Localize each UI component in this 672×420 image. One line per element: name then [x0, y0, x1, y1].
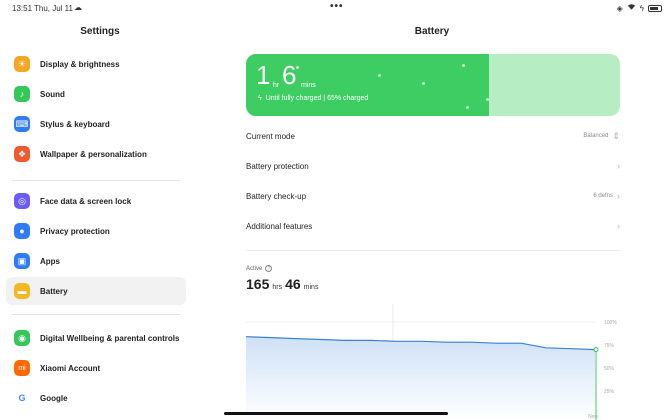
sidebar-item-xiaomi-account[interactable]: mi Xiaomi Account [6, 354, 186, 382]
sidebar-item-label: Wallpaper & personalization [40, 149, 147, 159]
sparkle [422, 82, 425, 85]
more-dots-icon[interactable]: ••• [330, 1, 344, 12]
sidebar-item-privacy-protection[interactable]: ● Privacy protection [6, 217, 186, 245]
chevron-right-icon: › [617, 191, 620, 201]
section-divider [246, 250, 620, 251]
row-label: Battery protection [246, 161, 309, 171]
sidebar-divider [12, 180, 180, 181]
sparkle [378, 74, 381, 77]
charge-subtitle-text: Until fully charged | 65% charged [265, 95, 369, 102]
vibrate-icon: ◈ [616, 3, 623, 13]
mi-icon: mi [14, 360, 30, 376]
battery-icon [648, 4, 662, 12]
sidebar-item-google[interactable]: G Google [6, 384, 186, 412]
active-hours: 165 [246, 276, 270, 292]
current-level-dot [593, 347, 599, 353]
status-icons: ◈ ϟ [617, 3, 662, 13]
bolt-icon: ϟ [258, 95, 262, 102]
battery-pane: Battery 1 hr 6 mins ϟ Until fully charge… [222, 16, 672, 420]
charge-hours: 1 [256, 60, 271, 90]
row-label: Battery check-up [246, 191, 307, 201]
page-title: Battery [414, 26, 450, 37]
charge-mins: 6 [282, 60, 297, 90]
charge-mins-unit: mins [301, 82, 316, 89]
fingerprint-icon: ◎ [14, 193, 30, 209]
sidebar-item-label: Apps [40, 256, 60, 266]
y-tick-label: 25% [604, 389, 615, 395]
sidebar-item-label: Digital Wellbeing & parental controls [40, 333, 180, 343]
status-time: 13:51 [12, 4, 33, 13]
info-icon[interactable]: ? [265, 265, 273, 272]
charge-card[interactable]: 1 hr 6 mins ϟ Until fully charged | 65% … [246, 54, 620, 116]
sidebar-divider [12, 314, 180, 315]
wellbeing-icon: ◉ [14, 330, 30, 346]
row-value: › [617, 221, 620, 231]
current-mode-row[interactable]: Current mode Balanced ⇕ [246, 126, 620, 146]
row-value: Balanced ⇕ [583, 131, 620, 142]
y-tick-label: 50% [604, 366, 615, 372]
sidebar-item-stylus-keyboard[interactable]: ⌨ Stylus & keyboard [6, 110, 186, 138]
additional-features-row[interactable]: Additional features › [246, 216, 620, 236]
cloud-icon: ☁ [74, 3, 82, 12]
sparkle [462, 64, 465, 67]
battery-icon: ▬ [14, 283, 30, 299]
status-bar: 13:51 Thu, Jul 11 ☁ ••• ◈ ϟ [0, 0, 672, 16]
battery-level-chart[interactable]: 100% 75% 50% 25% Now [246, 304, 626, 420]
x-end-label: Now [588, 414, 598, 420]
sidebar-item-sound[interactable]: ♪ Sound [6, 80, 186, 108]
active-label: Active ? [246, 265, 273, 272]
settings-sidebar: Settings ☀ Display & brightness ♪ Sound ⌨ Sty… [0, 16, 222, 420]
charge-subtitle: ϟ Until fully charged | 65% charged [258, 95, 368, 102]
row-value: 6 defns › [593, 191, 620, 201]
active-mins-unit: mins [303, 284, 319, 291]
google-icon: G [14, 390, 30, 406]
sidebar-item-display-brightness[interactable]: ☀ Display & brightness [6, 50, 186, 78]
sidebar-item-label: Xiaomi Account [40, 363, 101, 373]
sidebar-item-label: Battery [40, 286, 68, 296]
y-tick-label: 100% [604, 320, 617, 326]
row-label: Additional features [246, 221, 313, 231]
sidebar-item-label: Stylus & keyboard [40, 119, 110, 129]
settings-screen: 13:51 Thu, Jul 11 ☁ ••• ◈ ϟ Settings ☀ Di… [0, 0, 672, 420]
updown-chevron-icon: ⇕ [612, 130, 620, 141]
row-label: Current mode [246, 131, 295, 141]
sidebar-item-battery[interactable]: ▬ Battery [6, 277, 186, 305]
home-indicator[interactable] [224, 412, 448, 415]
wallpaper-icon: ❖ [14, 146, 30, 162]
active-time: 165 hrs 46 mins [246, 276, 318, 292]
battery-protection-row[interactable]: Battery protection › [246, 156, 620, 176]
speaker-icon: ♪ [14, 86, 30, 102]
sidebar-item-face-data-screen-lock[interactable]: ◎ Face data & screen lock [6, 187, 186, 215]
active-label-text: Active [246, 265, 263, 272]
apps-icon: ▣ [14, 253, 30, 269]
sidebar-title: Settings [80, 26, 120, 37]
wifi-icon [627, 3, 636, 13]
sidebar-item-label: Display & brightness [40, 59, 120, 69]
battery-charging-icon: ϟ [639, 3, 644, 13]
sidebar-item-label: Sound [40, 89, 65, 99]
battery-area [246, 336, 596, 420]
charge-hours-unit: hr [273, 82, 280, 89]
privacy-icon: ● [14, 223, 30, 239]
mode-value: Balanced [583, 133, 609, 139]
checkup-value: 6 defns [593, 193, 613, 199]
sidebar-item-digital-wellbeing-parental-controls[interactable]: ◉ Digital Wellbeing & parental controls [6, 324, 186, 352]
sidebar-item-wallpaper-personalization[interactable]: ❖ Wallpaper & personalization [6, 140, 186, 168]
sidebar-item-label: Privacy protection [40, 226, 110, 236]
chevron-right-icon: › [617, 161, 620, 171]
sidebar-item-label: Google [40, 393, 68, 403]
sidebar-item-apps[interactable]: ▣ Apps [6, 247, 186, 275]
status-date: Thu, Jul 11 [34, 4, 73, 13]
sparkle [466, 106, 469, 109]
sun-icon: ☀ [14, 56, 30, 72]
active-hours-unit: hrs [272, 284, 283, 291]
chevron-right-icon: › [617, 221, 620, 231]
sidebar-item-label: Face data & screen lock [40, 196, 132, 206]
active-mins: 46 [285, 276, 301, 292]
keyboard-icon: ⌨ [14, 116, 30, 132]
y-tick-label: 75% [604, 343, 615, 349]
row-value: › [617, 161, 620, 171]
battery-checkup-row[interactable]: Battery check-up 6 defns › [246, 186, 620, 206]
sparkle [486, 98, 489, 101]
